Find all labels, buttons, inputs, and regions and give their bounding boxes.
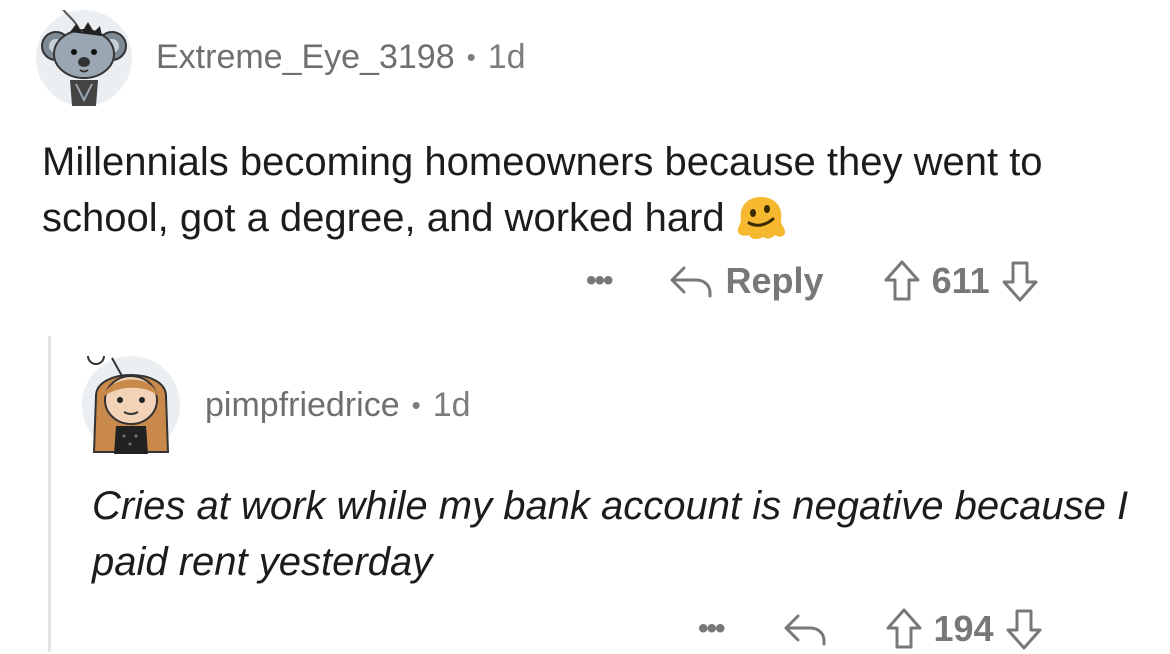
comment-age: 1d bbox=[432, 386, 471, 424]
comment-text: Millennials becoming homeowners because … bbox=[42, 140, 1043, 240]
more-options-button[interactable]: ••• bbox=[586, 264, 613, 298]
upvote-arrow-icon[interactable] bbox=[882, 259, 922, 303]
avatar[interactable] bbox=[82, 347, 180, 454]
thread-line[interactable] bbox=[48, 336, 51, 652]
comment-text: Cries at work while my bank account is n… bbox=[92, 484, 1129, 584]
reply-button[interactable] bbox=[782, 611, 828, 647]
comment-body: Cries at work while my bank account is n… bbox=[92, 478, 1132, 590]
separator-dot: • bbox=[411, 390, 421, 420]
more-options-button[interactable]: ••• bbox=[698, 612, 725, 646]
vote-controls: 611 bbox=[882, 259, 1040, 303]
melting-face-icon bbox=[735, 195, 787, 256]
downvote-arrow-icon[interactable] bbox=[1000, 259, 1040, 303]
username[interactable]: pimpfriedrice bbox=[205, 386, 400, 425]
redhead-avatar-icon bbox=[82, 347, 180, 454]
reply-arrow-icon bbox=[784, 614, 826, 646]
comment-body: Millennials becoming homeowners because … bbox=[42, 134, 1122, 256]
vote-score: 194 bbox=[933, 608, 994, 649]
comment-actions: ••• 194 bbox=[698, 604, 1044, 654]
vote-controls: 194 bbox=[884, 607, 1044, 651]
comment-meta: Extreme_Eye_3198 • 1d bbox=[156, 38, 526, 77]
reply-label: Reply bbox=[725, 260, 824, 301]
vote-score: 611 bbox=[931, 260, 990, 301]
avatar[interactable] bbox=[36, 3, 132, 106]
comment-age: 1d bbox=[487, 38, 526, 76]
upvote-arrow-icon[interactable] bbox=[884, 607, 924, 651]
reply-button[interactable]: Reply bbox=[668, 260, 824, 302]
username[interactable]: Extreme_Eye_3198 bbox=[156, 38, 455, 77]
comment-actions: ••• Reply 611 bbox=[586, 256, 1040, 306]
comment-meta: pimpfriedrice • 1d bbox=[205, 386, 471, 425]
koala-avatar-icon bbox=[36, 3, 132, 106]
downvote-arrow-icon[interactable] bbox=[1004, 607, 1044, 651]
separator-dot: • bbox=[466, 42, 476, 72]
reply-arrow-icon bbox=[670, 266, 712, 298]
